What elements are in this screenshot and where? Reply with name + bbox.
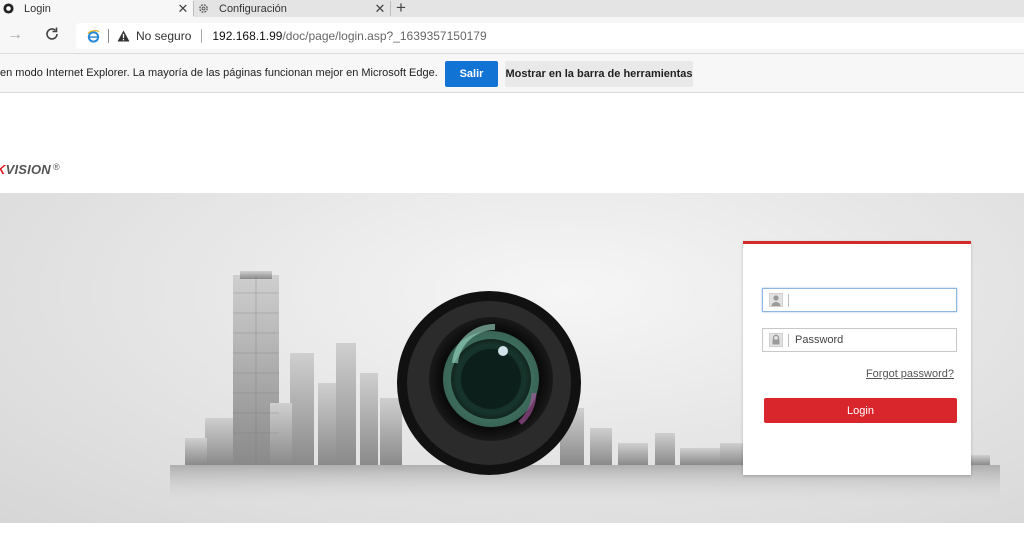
forward-arrow-icon[interactable]: →	[7, 26, 23, 44]
tab-configuracion[interactable]: Configuración ✕	[195, 0, 390, 17]
reload-icon[interactable]	[43, 25, 61, 43]
tab-strip: Login ✕ Configuración ✕ +	[0, 0, 1024, 17]
gear-icon	[199, 4, 208, 13]
camera-favicon-icon	[3, 3, 14, 14]
username-field[interactable]	[762, 288, 957, 312]
close-icon[interactable]: ✕	[175, 1, 191, 17]
username-input[interactable]	[795, 294, 945, 306]
password-input[interactable]	[795, 334, 945, 346]
exit-ie-mode-button[interactable]: Salir	[445, 61, 498, 87]
infobar-message: en modo Internet Explorer. La mayoría de…	[0, 67, 438, 79]
url-host: 192.168.1.99	[212, 29, 283, 43]
address-bar[interactable]: No seguro 192.168.1.99 /doc/page/login.a…	[76, 23, 1024, 49]
hikvision-logo: KVISION®	[0, 162, 60, 177]
url-path: /doc/page/login.asp?_1639357150179	[282, 29, 487, 43]
forgot-password-link[interactable]: Forgot password?	[866, 368, 954, 380]
tab-login[interactable]: Login ✕	[0, 0, 193, 17]
user-icon	[769, 293, 783, 307]
warning-icon	[117, 30, 130, 42]
login-panel: Forgot password? Login	[743, 241, 971, 475]
browser-toolbar: → No seguro 192.168.1.99 /doc/page/login…	[0, 17, 1024, 54]
new-tab-button[interactable]: +	[396, 0, 406, 18]
password-field[interactable]	[762, 328, 957, 352]
tab-title: Configuración	[219, 2, 287, 15]
lock-icon	[769, 333, 783, 347]
tab-title: Login	[24, 2, 51, 15]
internet-explorer-icon	[87, 29, 100, 43]
login-button[interactable]: Login	[764, 398, 957, 423]
show-in-toolbar-button[interactable]: Mostrar en la barra de herramientas	[505, 61, 693, 87]
security-label[interactable]: No seguro	[136, 29, 191, 43]
close-icon[interactable]: ✕	[372, 1, 388, 17]
